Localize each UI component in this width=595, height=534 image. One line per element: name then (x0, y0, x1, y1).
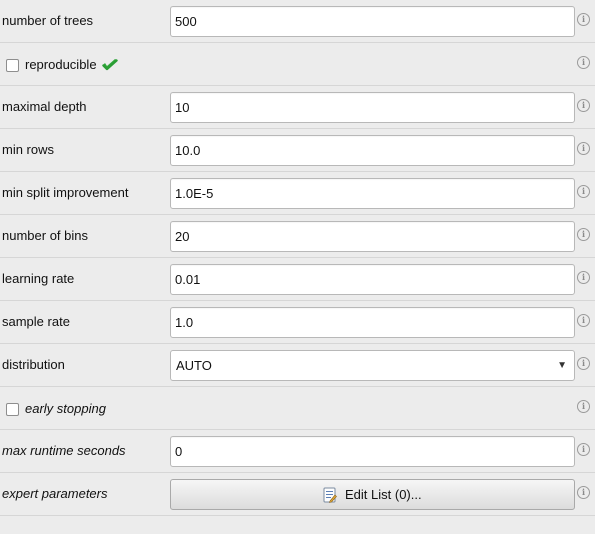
distribution-selected-value: AUTO (176, 358, 212, 373)
param-label: distribution (2, 357, 65, 372)
info-icon[interactable]: i (577, 443, 590, 456)
learning-rate-input[interactable]: 0.01 (170, 264, 575, 295)
param-row-early-stopping: early stopping i (0, 387, 595, 430)
param-row-min-split-improvement: min split improvement 1.0E-5 i (0, 172, 595, 215)
dropdown-arrow-icon: ▼ (557, 360, 567, 371)
maximal-depth-input[interactable]: 10 (170, 92, 575, 123)
param-row-sample-rate: sample rate 1.0 i (0, 301, 595, 344)
checkbox-label: early stopping (25, 401, 106, 416)
min-rows-input[interactable]: 10.0 (170, 135, 575, 166)
info-icon[interactable]: i (577, 400, 590, 413)
info-icon[interactable]: i (577, 314, 590, 327)
checkbox-label: reproducible (25, 57, 97, 72)
param-row-maximal-depth: maximal depth 10 i (0, 86, 595, 129)
early-stopping-checkbox-group: early stopping (6, 401, 106, 417)
green-checkmark-icon (101, 59, 118, 71)
info-icon[interactable]: i (577, 486, 590, 499)
param-label: min split improvement (2, 185, 129, 200)
param-row-max-runtime-seconds: max runtime seconds 0 i (0, 430, 595, 473)
min-split-improvement-input[interactable]: 1.0E-5 (170, 178, 575, 209)
info-icon[interactable]: i (577, 56, 590, 69)
max-runtime-seconds-input[interactable]: 0 (170, 436, 575, 467)
info-icon[interactable]: i (577, 228, 590, 241)
early-stopping-checkbox[interactable] (6, 402, 19, 416)
edit-list-button-label: Edit List (0)... (345, 487, 422, 502)
param-row-number-of-bins: number of bins 20 i (0, 215, 595, 258)
param-row-distribution: distribution AUTO ▼ i (0, 344, 595, 387)
edit-list-button[interactable]: Edit List (0)... (170, 479, 575, 510)
parameters-panel: number of trees 500 i reproducible i max… (0, 0, 595, 516)
info-icon[interactable]: i (577, 185, 590, 198)
param-row-expert-parameters: expert parameters Edit List (0)... i (0, 473, 595, 516)
param-label: maximal depth (2, 99, 87, 114)
param-label: number of trees (2, 13, 94, 28)
info-icon[interactable]: i (577, 357, 590, 370)
info-icon[interactable]: i (577, 271, 590, 284)
info-icon[interactable]: i (577, 13, 590, 26)
edit-list-icon (323, 487, 338, 503)
param-row-min-rows: min rows 10.0 i (0, 129, 595, 172)
param-label: min rows (2, 142, 55, 157)
number-of-bins-input[interactable]: 20 (170, 221, 575, 252)
info-icon[interactable]: i (577, 99, 590, 112)
param-label: expert parameters (2, 486, 108, 501)
reproducible-checkbox-group: reproducible (6, 57, 118, 73)
param-label: max runtime seconds (2, 443, 126, 458)
param-row-reproducible: reproducible i (0, 43, 595, 86)
sample-rate-input[interactable]: 1.0 (170, 307, 575, 338)
param-row-learning-rate: learning rate 0.01 i (0, 258, 595, 301)
param-label: number of bins (2, 228, 88, 243)
param-label: learning rate (2, 271, 75, 286)
number-of-trees-input[interactable]: 500 (170, 6, 575, 37)
distribution-select[interactable]: AUTO ▼ (170, 350, 575, 381)
param-row-number-of-trees: number of trees 500 i (0, 0, 595, 43)
reproducible-checkbox[interactable] (6, 58, 19, 72)
info-icon[interactable]: i (577, 142, 590, 155)
param-label: sample rate (2, 314, 70, 329)
